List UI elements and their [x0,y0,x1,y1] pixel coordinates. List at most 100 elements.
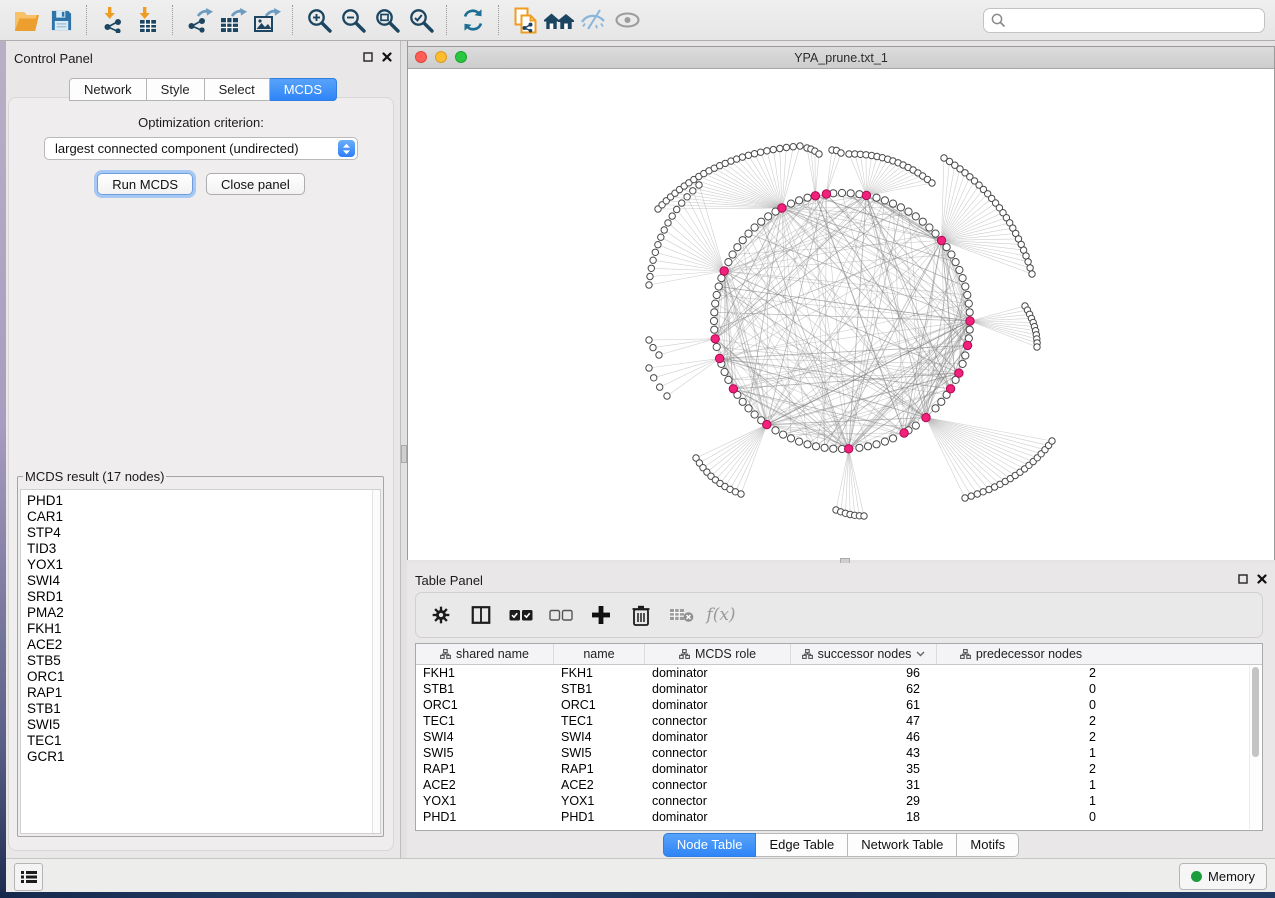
network-window: YPA_prune.txt_1 [407,46,1275,560]
tab-node-table[interactable]: Node Table [663,833,757,857]
mcds-node-item[interactable]: YOX1 [27,557,380,573]
search-input[interactable] [1012,12,1257,29]
close-window-icon[interactable] [415,51,427,63]
status-bar: Memory [6,858,1275,892]
export-network-icon[interactable] [182,4,216,36]
function-builder-icon[interactable]: f(x) [708,602,734,628]
shared-column-icon [802,649,813,659]
table-scrollbar[interactable] [1249,665,1261,829]
mcds-node-item[interactable]: SRD1 [27,589,380,605]
zoom-fit-icon[interactable] [370,4,404,36]
mcds-result-list: PHD1CAR1STP4TID3YOX1SWI4SRD1PMA2FKH1ACE2… [21,490,380,765]
export-image-icon[interactable] [250,4,284,36]
save-icon[interactable] [44,4,78,36]
mcds-node-item[interactable]: STB1 [27,701,380,717]
memory-button[interactable]: Memory [1179,863,1267,890]
tab-style[interactable]: Style [147,78,205,101]
refresh-icon[interactable] [456,4,490,36]
cell: dominator [645,697,791,713]
mcds-node-item[interactable]: STP4 [27,525,380,541]
table-row[interactable]: TEC1TEC1connector472 [416,713,1262,729]
import-network-icon[interactable] [96,4,130,36]
table-row[interactable]: ORC1ORC1dominator610 [416,697,1262,713]
column-header-name[interactable]: name [554,644,645,664]
table-settings-icon[interactable] [428,602,454,628]
column-header-shared-name[interactable]: shared name [416,644,554,664]
tab-mcds[interactable]: MCDS [270,78,337,101]
first-neighbors-icon[interactable] [542,4,576,36]
zoom-out-icon[interactable] [336,4,370,36]
open-file-icon[interactable] [10,4,44,36]
network-graph[interactable] [408,69,1274,560]
table-row[interactable]: PHD1PHD1dominator180 [416,809,1262,825]
mcds-node-item[interactable]: TID3 [27,541,380,557]
delete-table-icon[interactable] [668,602,694,628]
close-panel-icon[interactable] [380,50,393,63]
mcds-node-item[interactable]: SWI4 [27,573,380,589]
tab-select[interactable]: Select [205,78,270,101]
cell: 46 [791,729,937,745]
delete-column-icon[interactable] [628,602,654,628]
network-canvas[interactable] [408,69,1274,560]
mcds-node-item[interactable]: ACE2 [27,637,380,653]
close-panel-button[interactable]: Close panel [206,173,305,195]
cell: PHD1 [554,809,645,825]
minimize-window-icon[interactable] [435,51,447,63]
control-panel: Control Panel NetworkStyleSelectMCDS Opt… [6,41,401,858]
maximize-window-icon[interactable] [455,51,467,63]
import-table-icon[interactable] [130,4,164,36]
table-row[interactable]: STB1STB1dominator620 [416,681,1262,697]
table-row[interactable]: SWI4SWI4dominator462 [416,729,1262,745]
scrollbar-thumb[interactable] [1252,667,1259,757]
deselect-all-icon[interactable] [548,602,574,628]
table-row[interactable]: SWI5SWI5connector431 [416,745,1262,761]
cell: 96 [791,665,937,681]
column-header-predecessor-nodes[interactable]: predecessor nodes [937,644,1105,664]
mcds-node-item[interactable]: RAP1 [27,685,380,701]
mcds-node-item[interactable]: TEC1 [27,733,380,749]
tab-edge-table[interactable]: Edge Table [756,833,848,857]
tab-network[interactable]: Network [69,78,147,101]
mcds-node-item[interactable]: FKH1 [27,621,380,637]
mcds-node-item[interactable]: PMA2 [27,605,380,621]
hide-selected-icon[interactable] [576,4,610,36]
mcds-node-item[interactable]: PHD1 [27,493,380,509]
split-panel-icon[interactable] [468,602,494,628]
tab-network-table[interactable]: Network Table [848,833,957,857]
column-header-MCDS-role[interactable]: MCDS role [645,644,791,664]
shared-column-icon [440,649,451,659]
table-row[interactable]: ACE2ACE2connector311 [416,777,1262,793]
criterion-select[interactable]: largest connected component (undirected) [44,137,358,160]
mcds-node-item[interactable]: SWI5 [27,717,380,733]
float-panel-icon[interactable] [1236,572,1249,585]
float-panel-icon[interactable] [361,50,374,63]
export-table-icon[interactable] [216,4,250,36]
show-all-icon[interactable] [610,4,644,36]
mcds-node-item[interactable]: CAR1 [27,509,380,525]
mcds-result-fieldset: MCDS result (17 nodes) PHD1CAR1STP4TID3Y… [17,469,384,837]
add-column-icon[interactable] [588,602,614,628]
select-stepper-icon [338,140,355,157]
zoom-in-icon[interactable] [302,4,336,36]
desktop-wallpaper-bottom [0,892,1275,898]
zoom-selected-icon[interactable] [404,4,438,36]
mcds-list-scrollbar[interactable] [372,490,380,833]
table-row[interactable]: FKH1FKH1dominator962 [416,665,1262,681]
network-window-titlebar[interactable]: YPA_prune.txt_1 [408,47,1274,69]
table-row[interactable]: RAP1RAP1dominator352 [416,761,1262,777]
node-table-header: shared namenameMCDS rolesuccessor nodesp… [416,644,1262,665]
cell: 2 [937,665,1105,681]
select-all-icon[interactable] [508,602,534,628]
mcds-node-item[interactable]: GCR1 [27,749,380,765]
task-history-button[interactable] [14,863,43,891]
mcds-node-item[interactable]: STB5 [27,653,380,669]
control-panel-tabs: NetworkStyleSelectMCDS [6,78,400,101]
table-row[interactable]: YOX1YOX1connector291 [416,793,1262,809]
tab-motifs[interactable]: Motifs [957,833,1019,857]
duplicate-network-icon[interactable] [508,4,542,36]
close-panel-icon[interactable] [1255,572,1268,585]
column-header-successor-nodes[interactable]: successor nodes [791,644,937,664]
run-mcds-button[interactable]: Run MCDS [97,173,193,195]
mcds-node-item[interactable]: ORC1 [27,669,380,685]
cell: 1 [937,793,1105,809]
